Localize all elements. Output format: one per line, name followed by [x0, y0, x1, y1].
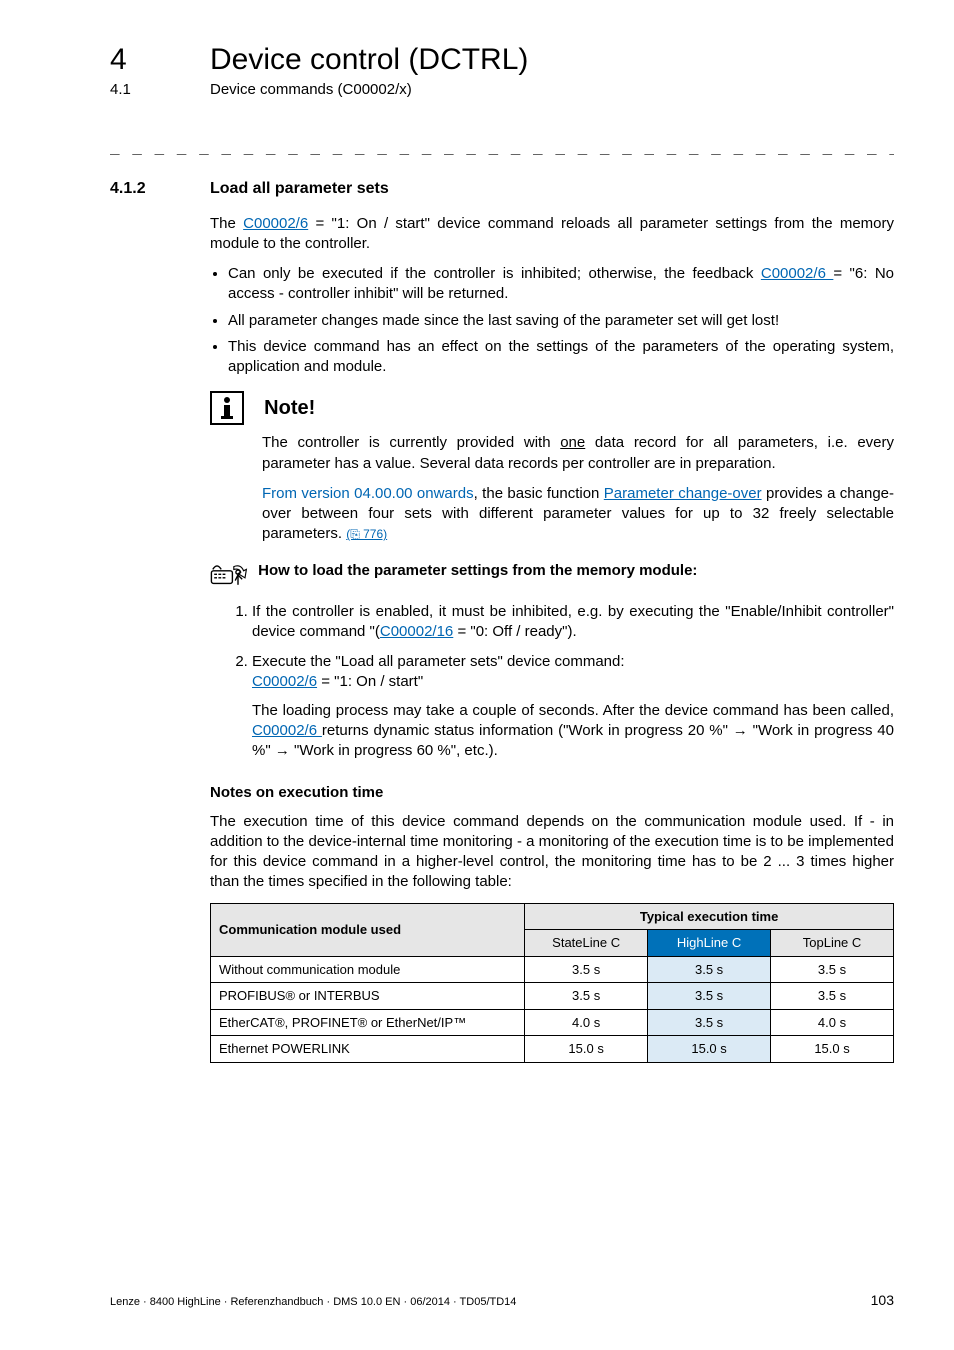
cell-value: 3.5 s — [525, 983, 648, 1010]
execution-time-table: Communication module used Typical execut… — [210, 903, 894, 1063]
exec-paragraph: The execution time of this device comman… — [210, 812, 894, 893]
col-topline: TopLine C — [771, 930, 894, 957]
cell-label: PROFIBUS® or INTERBUS — [211, 983, 525, 1010]
cell-value: 3.5 s — [525, 956, 648, 983]
cell-value: 3.5 s — [648, 1009, 771, 1036]
cell-value: 3.5 s — [648, 956, 771, 983]
text: = "1: On / start" — [317, 673, 423, 690]
cell-value: 3.5 s — [771, 956, 894, 983]
list-item: Can only be executed if the controller i… — [228, 264, 894, 305]
text: The loading process may take a couple of… — [252, 702, 894, 719]
col-stateline: StateLine C — [525, 930, 648, 957]
text: Can only be executed if the controller i… — [228, 265, 761, 282]
text: Execute the "Load all parameter sets" de… — [252, 653, 625, 670]
version-note: From version 04.00.00 onwards — [262, 485, 474, 502]
steps-list: If the controller is enabled, it must be… — [232, 602, 894, 762]
cell-label: Without communication module — [211, 956, 525, 983]
page-footer: Lenze · 8400 HighLine · Referenzhandbuch… — [110, 1295, 894, 1310]
separator-line: _ _ _ _ _ _ _ _ _ _ _ _ _ _ _ _ _ _ _ _ … — [110, 135, 894, 157]
table-header-module: Communication module used — [211, 903, 525, 956]
howto-heading-row: How to load the parameter settings from … — [210, 561, 894, 592]
table-row: EtherCAT®, PROFINET® or EtherNet/IP™ 4.0… — [211, 1009, 894, 1036]
text: returns dynamic status information ("Wor… — [252, 722, 894, 759]
text: The — [210, 215, 243, 232]
text: = "1: On / start" device command reloads… — [210, 215, 894, 252]
param-link[interactable]: C00002/6 — [252, 722, 322, 739]
footer-text: Lenze · 8400 HighLine · Referenzhandbuch… — [110, 1296, 516, 1308]
col-highline: HighLine C — [648, 930, 771, 957]
page-ref-link[interactable]: (⎘ 776) — [346, 527, 387, 541]
text: , the basic function — [474, 485, 604, 502]
cell-label: Ethernet POWERLINK — [211, 1036, 525, 1063]
param-link[interactable]: C00002/6 — [761, 265, 834, 282]
chapter-title: Device control (DCTRL) — [210, 40, 528, 81]
param-link[interactable]: C00002/16 — [380, 623, 453, 640]
text: The controller is currently provided wit… — [262, 434, 560, 451]
list-item: Execute the "Load all parameter sets" de… — [252, 652, 894, 761]
cell-value: 3.5 s — [648, 983, 771, 1010]
cell-value: 3.5 s — [771, 983, 894, 1010]
cell-label: EtherCAT®, PROFINET® or EtherNet/IP™ — [211, 1009, 525, 1036]
note-paragraph: The controller is currently provided wit… — [262, 433, 894, 474]
param-link[interactable]: C00002/6 — [243, 215, 308, 232]
underlined-text: one — [560, 434, 585, 451]
cell-value: 4.0 s — [771, 1009, 894, 1036]
subsection-title: Load all parameter sets — [210, 178, 894, 200]
text: = "0: Off / ready"). — [453, 623, 576, 640]
howto-title: How to load the parameter settings from … — [258, 562, 697, 579]
chapter-number: 4 — [110, 40, 127, 81]
cell-value: 15.0 s — [771, 1036, 894, 1063]
table-row: Without communication module 3.5 s 3.5 s… — [211, 956, 894, 983]
subsection-number: 4.1.2 — [110, 178, 146, 200]
note-paragraph: From version 04.00.00 onwards, the basic… — [262, 484, 894, 545]
cell-value: 15.0 s — [525, 1036, 648, 1063]
list-item: If the controller is enabled, it must be… — [252, 602, 894, 643]
note-box: Note! The controller is currently provid… — [210, 391, 894, 544]
note-title: Note! — [264, 391, 315, 425]
bullet-list: Can only be executed if the controller i… — [210, 264, 894, 377]
cell-value: 15.0 s — [648, 1036, 771, 1063]
list-item: All parameter changes made since the las… — [228, 311, 894, 331]
intro-paragraph: The C00002/6 = "1: On / start" device co… — [210, 214, 894, 255]
step-sub-paragraph: The loading process may take a couple of… — [252, 701, 894, 762]
page-number: 103 — [871, 1291, 894, 1310]
cell-value: 4.0 s — [525, 1009, 648, 1036]
table-header-time: Typical execution time — [525, 903, 894, 930]
section-title-top: Device commands (C00002/x) — [210, 80, 412, 100]
table-row: PROFIBUS® or INTERBUS 3.5 s 3.5 s 3.5 s — [211, 983, 894, 1010]
info-icon — [210, 391, 244, 425]
table-row: Ethernet POWERLINK 15.0 s 15.0 s 15.0 s — [211, 1036, 894, 1063]
procedure-icon — [210, 561, 254, 592]
section-number-top: 4.1 — [110, 80, 131, 100]
param-link[interactable]: C00002/6 — [252, 673, 317, 690]
feature-link[interactable]: Parameter change-over — [604, 485, 762, 502]
list-item: This device command has an effect on the… — [228, 337, 894, 378]
exec-heading: Notes on execution time — [210, 783, 894, 803]
